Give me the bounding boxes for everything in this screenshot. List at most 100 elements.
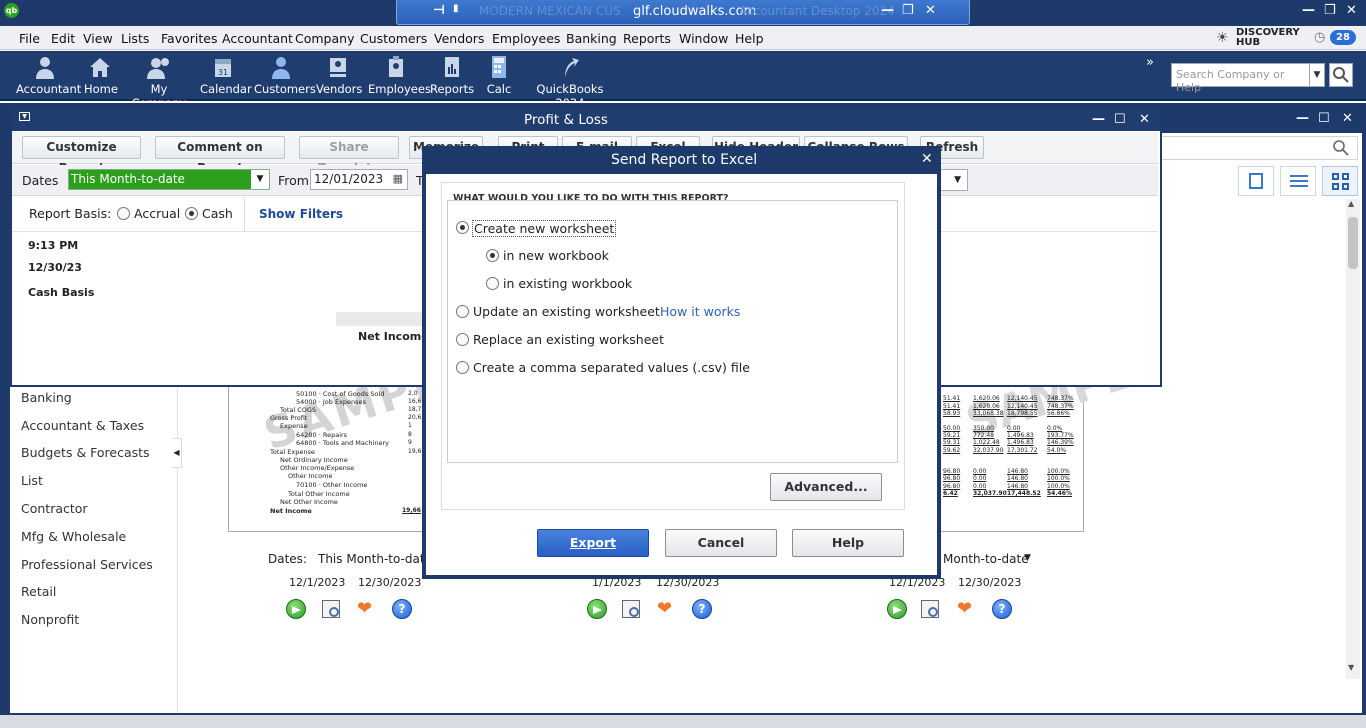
vertical-scrollbar[interactable]: ▲ ▼ bbox=[1346, 199, 1360, 679]
info-report-icon[interactable] bbox=[322, 600, 340, 618]
scroll-down-icon[interactable]: ▼ bbox=[1348, 663, 1354, 672]
search-scope-dropdown[interactable]: ▼ bbox=[1309, 63, 1325, 87]
list-view-icon[interactable] bbox=[1280, 166, 1316, 196]
sidebar-collapse-icon[interactable]: ◀ bbox=[172, 438, 182, 468]
run-report-icon[interactable] bbox=[286, 599, 306, 619]
menu-vendors[interactable]: Vendors bbox=[434, 31, 484, 46]
close-app-icon[interactable]: ✕ bbox=[1346, 3, 1357, 18]
export-button[interactable]: Export bbox=[537, 529, 649, 557]
search-go-button[interactable] bbox=[1329, 63, 1353, 87]
dialog-close-icon[interactable]: ✕ bbox=[921, 151, 933, 167]
sidebar-item-list[interactable]: List bbox=[21, 473, 43, 488]
cash-radio[interactable] bbox=[185, 207, 198, 220]
menu-lists[interactable]: Lists bbox=[121, 31, 149, 46]
iconbar-accountant[interactable]: Accountant bbox=[16, 55, 81, 96]
iconbar-employees[interactable]: Employees bbox=[368, 55, 431, 96]
in-new-workbook-radio[interactable] bbox=[486, 249, 499, 262]
report-center-minimize-icon[interactable]: — bbox=[1296, 111, 1309, 126]
sidebar-item-nonprofit[interactable]: Nonprofit bbox=[21, 612, 79, 627]
menu-view[interactable]: View bbox=[83, 31, 113, 46]
menu-file[interactable]: File bbox=[19, 31, 40, 46]
iconbar-quickbooks-2024[interactable]: QuickBooks 2024 bbox=[526, 55, 614, 110]
report-center-search-icon[interactable] bbox=[1332, 139, 1350, 157]
customize-report-button[interactable]: Customize Report bbox=[22, 136, 141, 175]
qb-logo-icon[interactable]: qb bbox=[4, 3, 19, 18]
accrual-label[interactable]: Accrual bbox=[134, 206, 180, 221]
help-button[interactable]: Help bbox=[792, 529, 904, 557]
discovery-hub-button[interactable]: ☀ DISCOVERY HUB bbox=[1214, 28, 1302, 48]
info-report-icon[interactable] bbox=[622, 600, 640, 618]
window-menu-icon[interactable]: ▼ bbox=[19, 112, 30, 121]
notifications-button[interactable]: ◷ 28 bbox=[1314, 29, 1358, 47]
remote-minimize-icon[interactable]: — bbox=[881, 3, 894, 18]
favorite-heart-icon[interactable]: ❤ bbox=[957, 599, 972, 619]
iconbar-my-company[interactable]: My Company bbox=[126, 55, 192, 110]
csv-file-radio[interactable] bbox=[456, 361, 469, 374]
menu-help[interactable]: Help bbox=[735, 31, 764, 46]
create-new-worksheet-label[interactable]: Create new worksheet bbox=[472, 220, 617, 237]
pin-icon[interactable]: ⊣ bbox=[433, 3, 445, 18]
csv-file-label[interactable]: Create a comma separated values (.csv) f… bbox=[473, 360, 750, 375]
sidebar-item-retail[interactable]: Retail bbox=[21, 584, 56, 599]
iconbar-reports[interactable]: Reports bbox=[430, 55, 474, 96]
replace-worksheet-label[interactable]: Replace an existing worksheet bbox=[473, 332, 664, 347]
share-template-button[interactable]: Share Template bbox=[299, 136, 399, 175]
in-new-workbook-label[interactable]: in new workbook bbox=[503, 248, 609, 263]
from-date-input[interactable]: 12/01/2023 ▦ bbox=[310, 169, 408, 190]
help-icon[interactable]: ? bbox=[392, 599, 412, 619]
minimize-app-icon[interactable]: — bbox=[1302, 3, 1315, 18]
scroll-thumb[interactable] bbox=[1348, 217, 1358, 269]
remote-close-icon[interactable]: ✕ bbox=[925, 3, 936, 18]
cash-label[interactable]: Cash bbox=[202, 206, 233, 221]
below-dates-value[interactable]: This Month-to-date bbox=[318, 552, 432, 566]
iconbar-vendors[interactable]: Vendors bbox=[316, 55, 362, 96]
search-company-input[interactable]: Search Company or Help bbox=[1171, 63, 1313, 94]
menu-customers[interactable]: Customers bbox=[360, 31, 427, 46]
iconbar-calendar[interactable]: 31 Calendar bbox=[200, 55, 252, 96]
comment-on-report-button[interactable]: Comment on Report bbox=[155, 136, 285, 175]
menu-reports[interactable]: Reports bbox=[623, 31, 671, 46]
replace-worksheet-radio[interactable] bbox=[456, 333, 469, 346]
sidebar-item-accountant-taxes[interactable]: Accountant & Taxes bbox=[21, 418, 144, 433]
menu-banking[interactable]: Banking bbox=[566, 31, 617, 46]
menu-company[interactable]: Company bbox=[295, 31, 354, 46]
report-center-maximize-icon[interactable]: ☐ bbox=[1318, 111, 1330, 126]
create-new-worksheet-radio[interactable] bbox=[456, 221, 469, 234]
advanced-button[interactable]: Advanced... bbox=[770, 473, 882, 501]
show-filters-link[interactable]: Show Filters bbox=[259, 207, 343, 221]
sidebar-item-professional-services[interactable]: Professional Services bbox=[21, 557, 153, 572]
iconbar-calc[interactable]: Calc bbox=[482, 55, 516, 96]
dates-select[interactable]: This Month-to-date ▼ bbox=[68, 169, 270, 190]
favorite-heart-icon[interactable]: ❤ bbox=[657, 599, 672, 619]
restore-app-icon[interactable]: ❐ bbox=[1324, 3, 1336, 18]
sidebar-item-mfg-wholesale[interactable]: Mfg & Wholesale bbox=[21, 529, 126, 544]
cancel-button[interactable]: Cancel bbox=[665, 529, 777, 557]
pl-minimize-icon[interactable]: — bbox=[1092, 112, 1105, 127]
sidebar-item-contractor[interactable]: Contractor bbox=[21, 501, 88, 516]
report-center-search-input[interactable] bbox=[1160, 136, 1358, 160]
scroll-up-icon[interactable]: ▲ bbox=[1348, 199, 1354, 208]
calendar-picker-icon[interactable]: ▦ bbox=[393, 172, 403, 185]
help-icon[interactable]: ? bbox=[992, 599, 1012, 619]
accrual-radio[interactable] bbox=[117, 207, 130, 220]
pl-close-icon[interactable]: ✕ bbox=[1139, 112, 1150, 127]
update-worksheet-label[interactable]: Update an existing worksheet bbox=[473, 304, 660, 319]
menu-edit[interactable]: Edit bbox=[51, 31, 75, 46]
iconbar-customers[interactable]: Customers bbox=[254, 55, 316, 96]
report-center-close-icon[interactable]: ✕ bbox=[1342, 111, 1353, 126]
below-right-dates-dropdown-icon[interactable]: ▼ bbox=[1024, 553, 1031, 563]
how-it-works-link[interactable]: How it works bbox=[660, 304, 740, 319]
pl-maximize-icon[interactable]: ☐ bbox=[1114, 112, 1126, 127]
sidebar-item-budgets-forecasts[interactable]: Budgets & Forecasts bbox=[21, 445, 150, 460]
grid-view-icon[interactable] bbox=[1322, 166, 1358, 196]
below-right-dates-value[interactable]: Month-to-date bbox=[943, 552, 1029, 566]
menu-employees[interactable]: Employees bbox=[492, 31, 560, 46]
carousel-view-icon[interactable] bbox=[1238, 166, 1274, 196]
update-worksheet-radio[interactable] bbox=[456, 305, 469, 318]
iconbar-home[interactable]: Home bbox=[84, 55, 118, 96]
iconbar-expand-icon[interactable]: » bbox=[1146, 55, 1154, 70]
menu-accountant[interactable]: Accountant bbox=[222, 31, 293, 46]
run-report-icon[interactable] bbox=[887, 599, 907, 619]
help-icon[interactable]: ? bbox=[692, 599, 712, 619]
info-report-icon[interactable] bbox=[921, 600, 939, 618]
